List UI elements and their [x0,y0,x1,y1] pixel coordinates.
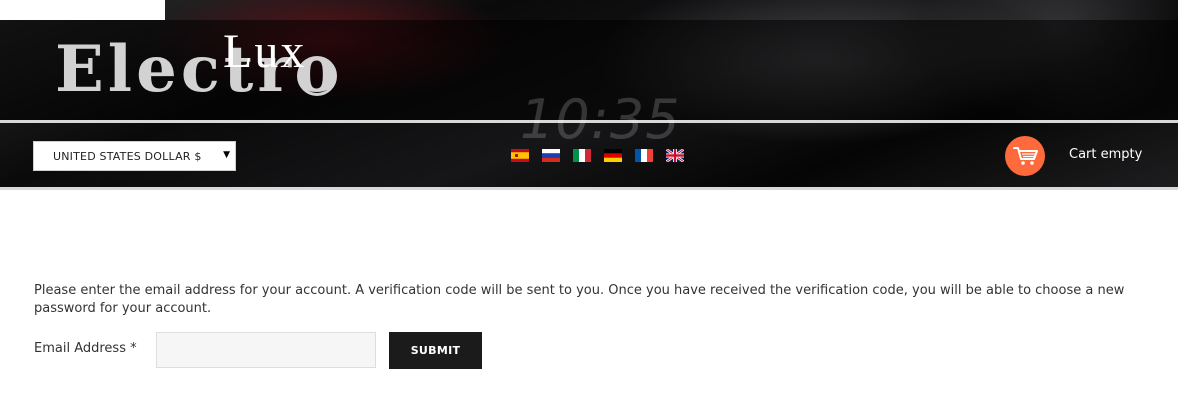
header-bottom-rule [0,187,1178,190]
submit-button[interactable]: SUBMIT [389,332,482,369]
english-flag-icon[interactable] [666,149,684,162]
language-flags [511,149,684,162]
french-flag-icon[interactable] [635,149,653,162]
spanish-flag-icon[interactable] [511,149,529,162]
header-top-strip [0,0,165,20]
shopping-cart-icon [1013,147,1038,165]
dropdown-arrow-icon: ▼ [223,150,230,160]
cart-status-text[interactable]: Cart empty [1069,147,1142,162]
site-header: 10:35 Electro Lux UNITED STATES DOLLAR $… [0,0,1178,190]
german-flag-icon[interactable] [604,149,622,162]
logo-accent-text: Lux [223,25,307,78]
russian-flag-icon[interactable] [542,149,560,162]
email-address-label: Email Address * [34,341,137,356]
email-address-input[interactable] [156,332,376,368]
reset-password-instructions: Please enter the email address for your … [34,283,1125,316]
background-clock-text: 10:35 [520,88,681,151]
italian-flag-icon[interactable] [573,149,591,162]
currency-select[interactable]: UNITED STATES DOLLAR $ ▼ [33,141,236,171]
currency-selected-value: UNITED STATES DOLLAR $ [53,149,202,163]
site-logo[interactable]: Electro Lux [55,28,345,108]
cart-button[interactable] [1005,136,1045,176]
